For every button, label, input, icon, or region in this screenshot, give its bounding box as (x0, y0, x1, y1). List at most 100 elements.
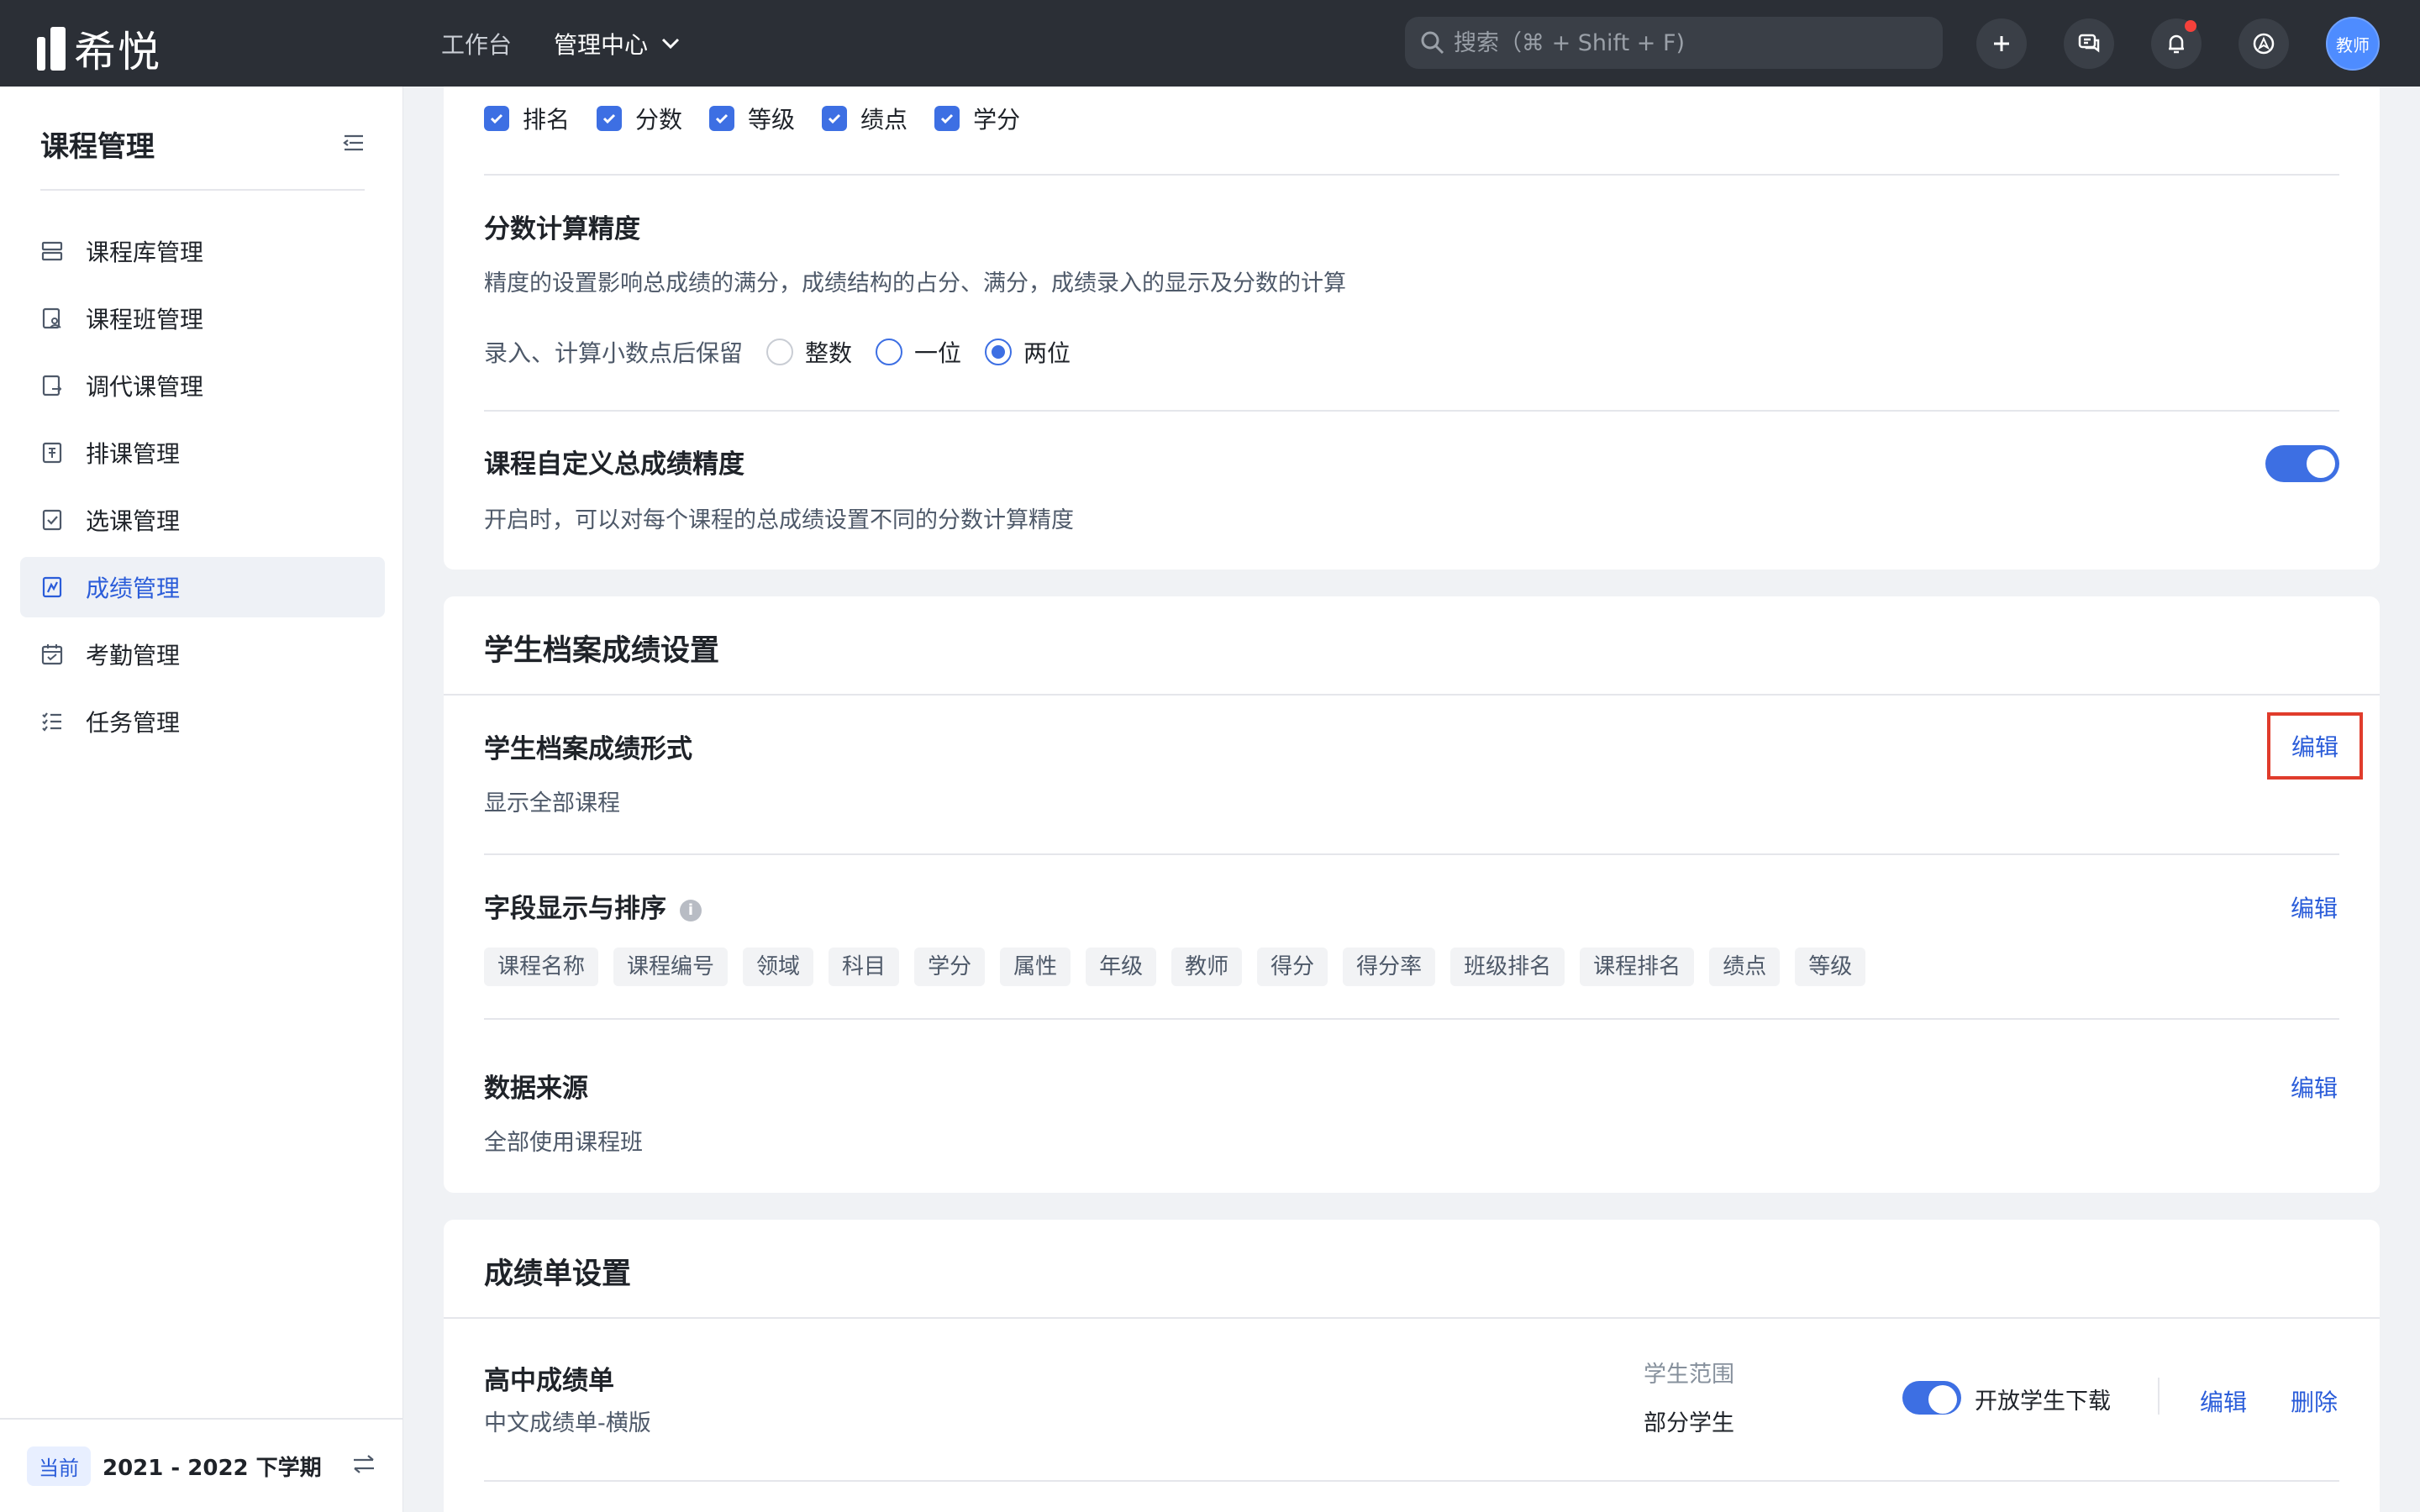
precision-description: 精度的设置影响总成绩的满分，成绩结构的占分、满分，成绩录入的显示及分数的计算 (484, 270, 1346, 297)
checkbox-checked-icon (597, 106, 623, 131)
data-source-title: 数据来源 (484, 1074, 588, 1104)
open-download-toggle[interactable] (1902, 1381, 1961, 1415)
field-tag: 属性 (1000, 948, 1071, 986)
checkbox-score[interactable]: 分数 (597, 102, 682, 135)
search-icon (1421, 31, 1444, 55)
avatar-label: 教师 (2336, 34, 2370, 55)
search-box[interactable] (1405, 17, 1943, 69)
archive-form-edit-highlight: 编辑 (2267, 712, 2363, 780)
field-display-edit-link[interactable]: 编辑 (2291, 890, 2338, 924)
student-scope-label: 学生范围 (1644, 1362, 1734, 1388)
add-button[interactable] (1976, 18, 2027, 69)
report-edit-link[interactable]: 编辑 (2200, 1384, 2247, 1418)
substitute-icon (42, 375, 62, 396)
nav-management-center[interactable]: 管理中心 (554, 27, 680, 60)
field-tag: 绩点 (1709, 948, 1781, 986)
notification-dot (2185, 20, 2196, 32)
nav-workbench[interactable]: 工作台 (441, 27, 512, 60)
sidebar-item-label: 任务管理 (86, 709, 181, 737)
course-selection-icon (42, 509, 62, 531)
sidebar-item-attendance[interactable]: 考勤管理 (20, 624, 385, 685)
checkbox-label: 绩点 (860, 106, 908, 134)
messages-button[interactable] (2064, 18, 2114, 69)
sidebar-item-label: 调代课管理 (86, 373, 204, 401)
field-tag: 学分 (914, 948, 986, 986)
precision-radio-group: 录入、计算小数点后保留 整数 一位 两位 (484, 335, 2339, 369)
current-term: 2021 - 2022 下学期 (103, 1455, 322, 1481)
nav-workbench-label: 工作台 (441, 30, 513, 59)
divider (484, 174, 2339, 176)
course-library-icon (41, 241, 63, 261)
field-tag: 领域 (743, 948, 814, 986)
term-switcher[interactable]: 当前 2021 - 2022 下学期 (0, 1418, 403, 1512)
help-button[interactable] (2238, 18, 2289, 69)
field-tag: 班级排名 (1450, 948, 1565, 986)
field-tag: 得分 (1257, 948, 1328, 986)
radio-one-decimal[interactable]: 一位 (876, 335, 961, 369)
swap-icon[interactable] (351, 1453, 376, 1475)
open-download-label: 开放学生下载 (1975, 1389, 2111, 1415)
data-source-edit-link[interactable]: 编辑 (2291, 1070, 2338, 1104)
sidebar-item-substitute[interactable]: 调代课管理 (20, 355, 385, 416)
sidebar-title: 课程管理 (40, 130, 155, 164)
report-delete-link[interactable]: 删除 (2291, 1384, 2338, 1418)
logo-text: 希悦 (74, 28, 161, 76)
student-scope-value: 部分学生 (1644, 1410, 1734, 1436)
info-icon[interactable]: i (680, 899, 702, 921)
radio-integer[interactable]: 整数 (766, 335, 852, 369)
checkbox-gpa[interactable]: 绩点 (822, 102, 908, 135)
radio-label: 一位 (914, 339, 962, 367)
checkbox-level[interactable]: 等级 (709, 102, 795, 135)
top-bar: 希悦 工作台 管理中心 教师 (0, 0, 2420, 87)
archive-section-title: 学生档案成绩设置 (484, 634, 720, 668)
chevron-down-icon (661, 38, 680, 49)
divider (484, 410, 2339, 412)
chat-icon (2078, 34, 2100, 53)
sidebar-item-scheduling[interactable]: 排课管理 (20, 423, 385, 483)
checkbox-checked-icon (484, 106, 509, 131)
archive-form-edit-link[interactable]: 编辑 (2291, 729, 2338, 763)
task-list-icon (42, 712, 61, 732)
field-tag: 课程排名 (1580, 948, 1695, 986)
custom-precision-toggle[interactable] (2265, 445, 2339, 482)
sidebar-item-label: 考勤管理 (86, 642, 181, 669)
field-tag: 课程名称 (484, 948, 599, 986)
grades-icon (42, 576, 62, 598)
top-nav: 工作台 管理中心 (441, 0, 680, 87)
field-tag: 得分率 (1343, 948, 1436, 986)
checkbox-label: 学分 (973, 106, 1021, 134)
collapse-sidebar-icon[interactable] (341, 134, 365, 152)
grade-settings-card: 排名 分数 等级 绩点 学分 分数计算精度 精度的设置影响总成绩的满分，成绩结构… (444, 87, 2380, 570)
checkbox-checked-icon (822, 106, 848, 131)
sidebar-item-label: 课程班管理 (86, 306, 204, 333)
avatar[interactable]: 教师 (2326, 17, 2380, 71)
field-tag: 课程编号 (613, 948, 729, 986)
divider (484, 853, 2339, 855)
sidebar-item-grades[interactable]: 成绩管理 (20, 557, 385, 617)
radio-circle (985, 339, 1013, 365)
logo-icon (37, 27, 66, 71)
checkbox-label: 等级 (748, 106, 796, 134)
sidebar-item-tasks[interactable]: 任务管理 (20, 691, 385, 752)
checkbox-label: 分数 (635, 106, 683, 134)
checkbox-credit[interactable]: 学分 (934, 102, 1020, 135)
custom-precision-description: 开启时，可以对每个课程的总成绩设置不同的分数计算精度 (484, 507, 1074, 533)
custom-precision-title: 课程自定义总成绩精度 (484, 449, 744, 480)
radio-label: 两位 (1023, 339, 1071, 367)
checkbox-label: 排名 (523, 106, 571, 134)
sidebar-item-label: 选课管理 (86, 507, 181, 535)
checkbox-checked-icon (934, 106, 960, 131)
divider (444, 694, 2380, 696)
compass-icon (2253, 33, 2275, 55)
checkbox-rank[interactable]: 排名 (484, 102, 570, 135)
notifications-button[interactable] (2151, 18, 2202, 69)
search-input[interactable] (1454, 29, 1907, 56)
radio-two-decimals[interactable]: 两位 (985, 335, 1071, 369)
course-class-icon (42, 307, 61, 329)
logo[interactable]: 希悦 (37, 18, 161, 79)
sidebar-item-course-library[interactable]: 课程库管理 (20, 221, 385, 281)
radio-circle (876, 339, 903, 365)
sidebar-item-course-class[interactable]: 课程班管理 (20, 288, 385, 349)
field-tag: 教师 (1171, 948, 1243, 986)
sidebar-item-course-selection[interactable]: 选课管理 (20, 490, 385, 550)
